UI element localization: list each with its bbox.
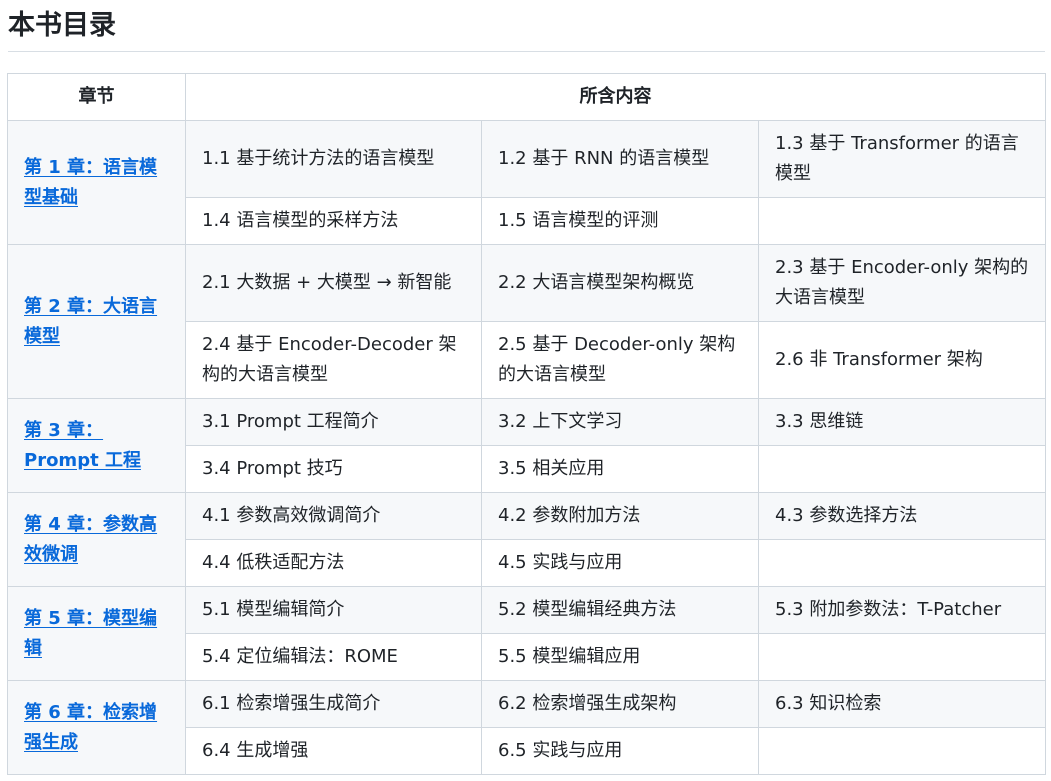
section-cell: 1.2 基于 RNN 的语言模型: [481, 120, 759, 198]
section-cell: 5.2 模型编辑经典方法: [481, 586, 759, 634]
section-cell: 2.4 基于 Encoder-Decoder 架构的大语言模型: [185, 321, 482, 399]
title-divider: [8, 51, 1045, 52]
section-cell: 2.6 非 Transformer 架构: [758, 321, 1046, 399]
table-row: 第 2 章：大语言模型 2.1 大数据 + 大模型 → 新智能 2.2 大语言模…: [7, 244, 1046, 399]
chapter-cell: 第 6 章：检索增强生成: [7, 680, 186, 775]
section-cell: 4.1 参数高效微调简介: [185, 492, 482, 540]
section-cell: 2.1 大数据 + 大模型 → 新智能: [185, 244, 482, 322]
chapter-link-5[interactable]: 第 5 章：模型编辑: [24, 608, 157, 659]
chapter-cell: 第 4 章：参数高效微调: [7, 492, 186, 587]
section-cell: 3.2 上下文学习: [481, 398, 759, 446]
chapter-cell: 第 3 章：Prompt 工程: [7, 398, 186, 493]
section-cell: 4.4 低秩适配方法: [185, 539, 482, 587]
empty-cell: [758, 445, 1046, 493]
section-cell: 6.5 实践与应用: [481, 727, 759, 775]
section-cell: 3.5 相关应用: [481, 445, 759, 493]
chapter-link-4[interactable]: 第 4 章：参数高效微调: [24, 514, 157, 565]
chapter-cell: 第 2 章：大语言模型: [7, 244, 186, 399]
section-cell: 1.1 基于统计方法的语言模型: [185, 120, 482, 198]
section-cell: 6.3 知识检索: [758, 680, 1046, 728]
section-cell: 1.4 语言模型的采样方法: [185, 197, 482, 245]
table-row: 第 5 章：模型编辑 5.1 模型编辑简介 5.2 模型编辑经典方法 5.3 附…: [7, 586, 1046, 681]
section-cell: 2.2 大语言模型架构概览: [481, 244, 759, 322]
header-contents: 所含内容: [185, 73, 1046, 121]
table-row: 第 4 章：参数高效微调 4.1 参数高效微调简介 4.2 参数附加方法 4.3…: [7, 492, 1046, 587]
section-cell: 3.4 Prompt 技巧: [185, 445, 482, 493]
chapter-cell: 第 5 章：模型编辑: [7, 586, 186, 681]
section-cell: 6.4 生成增强: [185, 727, 482, 775]
table-row: 第 1 章：语言模型基础 1.1 基于统计方法的语言模型 1.2 基于 RNN …: [7, 120, 1046, 245]
section-cell: 1.5 语言模型的评测: [481, 197, 759, 245]
table-header-row: 章节 所含内容: [7, 73, 1046, 121]
empty-cell: [758, 197, 1046, 245]
section-cell: 3.3 思维链: [758, 398, 1046, 446]
section-cell: 2.5 基于 Decoder-only 架构的大语言模型: [481, 321, 759, 399]
section-cell: 4.3 参数选择方法: [758, 492, 1046, 540]
chapter-link-2[interactable]: 第 2 章：大语言模型: [24, 296, 157, 347]
chapter-cell: 第 1 章：语言模型基础: [7, 120, 186, 245]
section-cell: 2.3 基于 Encoder-only 架构的大语言模型: [758, 244, 1046, 322]
header-chapter: 章节: [7, 73, 186, 121]
toc-table: 章节 所含内容 第 1 章：语言模型基础 1.1 基于统计方法的语言模型 1.2…: [7, 73, 1046, 775]
section-cell: 6.1 检索增强生成简介: [185, 680, 482, 728]
section-cell: 6.2 检索增强生成架构: [481, 680, 759, 728]
chapter-link-3[interactable]: 第 3 章：Prompt 工程: [24, 420, 141, 471]
section-cell: 4.2 参数附加方法: [481, 492, 759, 540]
section-cell: 3.1 Prompt 工程简介: [185, 398, 482, 446]
table-row: 第 3 章：Prompt 工程 3.1 Prompt 工程简介 3.2 上下文学…: [7, 398, 1046, 493]
section-cell: 4.5 实践与应用: [481, 539, 759, 587]
section-cell: 1.3 基于 Transformer 的语言模型: [758, 120, 1046, 198]
section-cell: 5.3 附加参数法：T-Patcher: [758, 586, 1046, 634]
table-row: 第 6 章：检索增强生成 6.1 检索增强生成简介 6.2 检索增强生成架构 6…: [7, 680, 1046, 775]
empty-cell: [758, 727, 1046, 775]
section-cell: 5.1 模型编辑简介: [185, 586, 482, 634]
chapter-link-1[interactable]: 第 1 章：语言模型基础: [24, 157, 157, 208]
chapter-link-6[interactable]: 第 6 章：检索增强生成: [24, 702, 157, 753]
section-cell: 5.5 模型编辑应用: [481, 633, 759, 681]
empty-cell: [758, 539, 1046, 587]
page-title: 本书目录: [8, 10, 116, 41]
empty-cell: [758, 633, 1046, 681]
section-cell: 5.4 定位编辑法：ROME: [185, 633, 482, 681]
